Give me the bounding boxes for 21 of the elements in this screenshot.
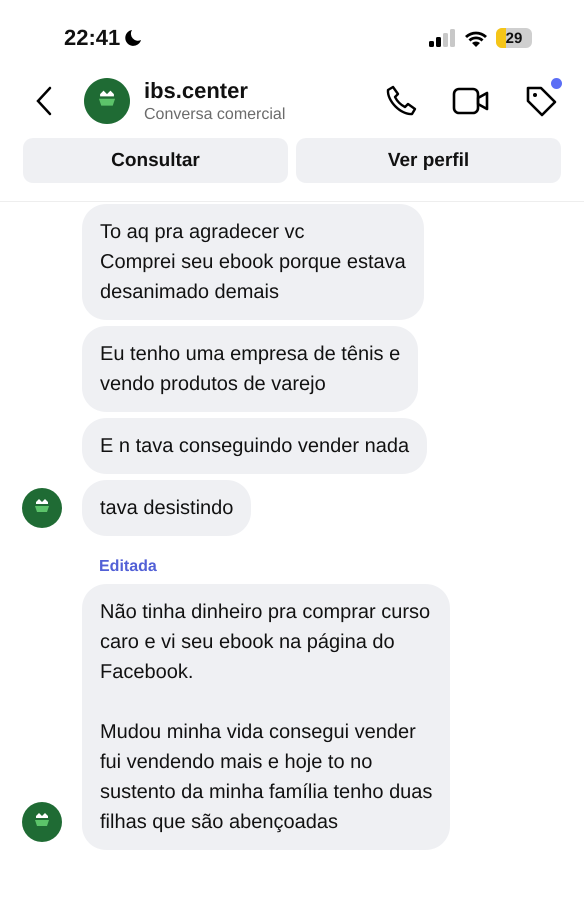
action-button[interactable]: Consultar xyxy=(23,138,288,183)
message-bubble: E n tava conseguindo vender nada xyxy=(82,418,428,474)
video-camera-icon[interactable] xyxy=(452,86,490,116)
battery-icon: 29 xyxy=(496,28,532,48)
message-bubble: tava desistindo xyxy=(82,480,252,536)
phone-icon[interactable] xyxy=(384,84,418,118)
contact-subtitle: Conversa comercial xyxy=(144,106,286,124)
action-button[interactable]: Ver perfil xyxy=(296,138,561,183)
avatar-logo-icon xyxy=(22,802,62,842)
avatar-logo-icon xyxy=(22,488,62,528)
message-bubble: Não tinha dinheiro pra comprar curso caro e vi seu ebook na página do Facebook. Mudou minha vida consegui vender fui vendendo mais e hoje to no sustento da minha família tenho duas filhas que são abençoadas xyxy=(82,584,450,850)
avatar-logo-icon[interactable] xyxy=(84,78,130,124)
status-time: 22:41 xyxy=(64,25,120,51)
edited-label: Editada xyxy=(99,558,157,576)
message-bubble: Eu tenho uma empresa de tênis e vendo produtos de varejo xyxy=(82,326,418,412)
wifi-icon xyxy=(464,29,488,47)
back-icon[interactable] xyxy=(34,85,54,117)
contact-name: ibs.center xyxy=(144,78,249,104)
signal-icon xyxy=(428,29,456,47)
tag-icon[interactable] xyxy=(524,84,558,118)
message-bubble: To aq pra agradecer vc Comprei seu ebook porque estava desanimado demais xyxy=(82,204,424,320)
